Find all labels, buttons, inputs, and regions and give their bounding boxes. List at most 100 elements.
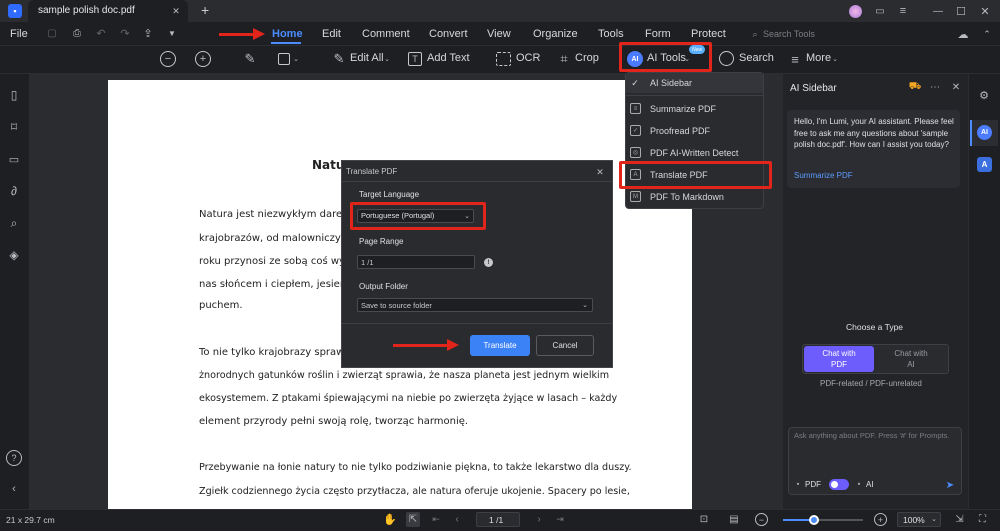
minimize-button[interactable]: — [930,3,946,19]
translate-button[interactable]: Translate [470,335,530,356]
zoom-in-status-icon[interactable]: + [874,513,887,526]
avatar[interactable] [849,5,862,18]
edit-all-dropdown-icon[interactable]: ⌄ [383,54,391,64]
send-icon[interactable]: ➤ [944,479,956,491]
new-tab-button[interactable]: + [201,2,209,18]
search-button[interactable]: Search [739,52,774,64]
ai-tools-icon: AI [627,51,643,67]
more-options-icon[interactable]: ⋯ [929,81,941,93]
notification-icon[interactable]: ▭ [873,4,887,18]
share-icon[interactable]: ⇪ [142,27,154,40]
summarize-icon: ≡ [630,103,641,114]
zoom-out-icon[interactable]: − [160,51,176,67]
menu-edit[interactable]: Edit [322,28,341,40]
dialog-close-icon[interactable]: ✕ [594,166,606,178]
menu-protect[interactable]: Protect [691,28,726,40]
menu-file[interactable]: File [10,28,28,40]
menu-view[interactable]: View [487,28,511,40]
edit-all-button[interactable]: Edit All [350,52,384,64]
page-range-input[interactable] [357,255,475,269]
ocr-button[interactable]: OCR [516,52,540,64]
zoom-in-icon[interactable]: + [195,51,211,67]
prev-page-icon[interactable]: ‹ [452,513,462,526]
menu-item-markdown[interactable]: PDF To Markdown [650,192,724,202]
assistant-message-text: Hello, I'm Lumi, your AI assistant. Plea… [794,117,954,149]
collapse-ribbon-icon[interactable]: ⌃ [980,27,994,41]
redo-icon[interactable]: ↷ [119,27,131,40]
menu-item-summarize[interactable]: Summarize PDF [650,104,716,114]
menu-organize[interactable]: Organize [533,28,578,40]
ai-sidebar-item-bg[interactable] [626,73,763,93]
last-page-icon[interactable]: ⇥ [555,513,565,526]
pdf-text-line: element przyrody pełni swoją rolę, tworz… [199,416,469,427]
highlighter-icon[interactable]: ✎ [242,51,258,67]
zoom-slider-handle[interactable] [809,515,819,525]
first-page-icon[interactable]: ⇤ [431,513,441,526]
next-page-icon[interactable]: › [534,513,544,526]
view-mode-icon[interactable]: ▤ [727,513,741,526]
add-text-button[interactable]: Add Text [427,52,470,64]
menu-tools[interactable]: Tools [598,28,624,40]
ai-tools-button[interactable]: AI Tools [647,52,686,64]
hand-tool-icon[interactable]: ✋ [383,513,397,526]
menu-item-ai-detect[interactable]: PDF AI-Written Detect [650,148,738,158]
collapse-left-icon[interactable]: ‹ [7,482,21,496]
cloud-upload-icon[interactable]: ☁ [956,27,970,41]
attachment-icon[interactable]: ∂ [7,184,21,198]
ai-new-badge: New [689,45,705,54]
chat-pdf-option[interactable]: Chat with PDF [804,346,874,372]
fit-width-icon[interactable]: ⇲ [953,513,966,526]
crop-button[interactable]: Crop [575,52,599,64]
left-sidebar [0,74,30,509]
search-panel-icon[interactable]: ⌕ [7,216,21,230]
pdf-text-line: żnorodnych gatunków roślin i zwierząt sp… [199,370,610,381]
shape-dropdown-icon[interactable]: ⌄ [292,54,300,64]
target-language-value: Portuguese (Portugal) [361,211,435,220]
search-tools-icon[interactable]: ⌕ [750,28,760,40]
pdf-file-icon: ▪ [796,481,800,488]
close-sidebar-icon[interactable]: ✕ [950,81,962,93]
comment-icon[interactable]: ▭ [7,152,21,166]
more-dropdown-icon[interactable]: ⌄ [831,54,839,64]
menu-form[interactable]: Form [645,28,671,40]
cancel-button[interactable]: Cancel [536,335,594,356]
fit-page-icon[interactable]: ⊡ [697,513,711,526]
menu-divider [626,95,763,96]
bookmark-icon[interactable]: ⌑ [7,120,21,134]
more-button[interactable]: More [806,52,831,64]
choose-type-label: Choose a Type [846,322,904,332]
maximize-button[interactable]: ☐ [953,3,969,19]
menu-icon[interactable]: ≡ [896,4,910,18]
menu-item-proofread[interactable]: Proofread PDF [650,126,710,136]
quick-access-dropdown-icon[interactable]: ▼ [166,27,178,39]
search-tools-input[interactable]: Search Tools [763,29,815,39]
select-tool-icon[interactable]: ⇱ [406,512,420,527]
menu-convert[interactable]: Convert [429,28,468,40]
output-folder-value: Save to source folder [361,301,432,310]
check-icon: ✓ [631,77,639,88]
help-icon[interactable]: ? [6,450,22,466]
summarize-link[interactable]: Summarize PDF [794,171,853,180]
layers-icon[interactable]: ◈ [7,248,21,262]
zoom-out-status-icon[interactable]: − [755,513,768,526]
info-icon[interactable]: ! [484,258,493,267]
save-icon[interactable]: ▢ [46,27,58,39]
fullscreen-icon[interactable]: ⛶ [976,513,989,526]
menu-item-ai-sidebar[interactable]: AI Sidebar [650,78,692,88]
ai-assistant-icon[interactable]: AI [977,125,992,140]
translate-sidebar-icon[interactable]: A [977,157,992,172]
ai-tools-dropdown-icon[interactable]: ⌄ [683,54,691,64]
menu-comment[interactable]: Comment [362,28,410,40]
close-window-button[interactable]: ✕ [977,3,993,19]
menu-home[interactable]: Home [272,28,303,40]
thumbnail-icon[interactable]: ▯ [7,88,21,102]
close-tab-icon[interactable]: ✕ [170,4,182,18]
cart-icon[interactable]: ⛟ [909,81,922,93]
undo-icon[interactable]: ↶ [95,27,107,40]
zoom-dropdown-icon: ⌄ [931,516,937,523]
properties-icon[interactable]: ⚙ [977,88,991,102]
print-icon[interactable]: ⎙ [71,27,83,39]
chat-ai-option[interactable]: Chat with AI [876,346,946,372]
shape-icon[interactable] [278,53,290,65]
pdf-text-line: puchem. [199,300,243,311]
